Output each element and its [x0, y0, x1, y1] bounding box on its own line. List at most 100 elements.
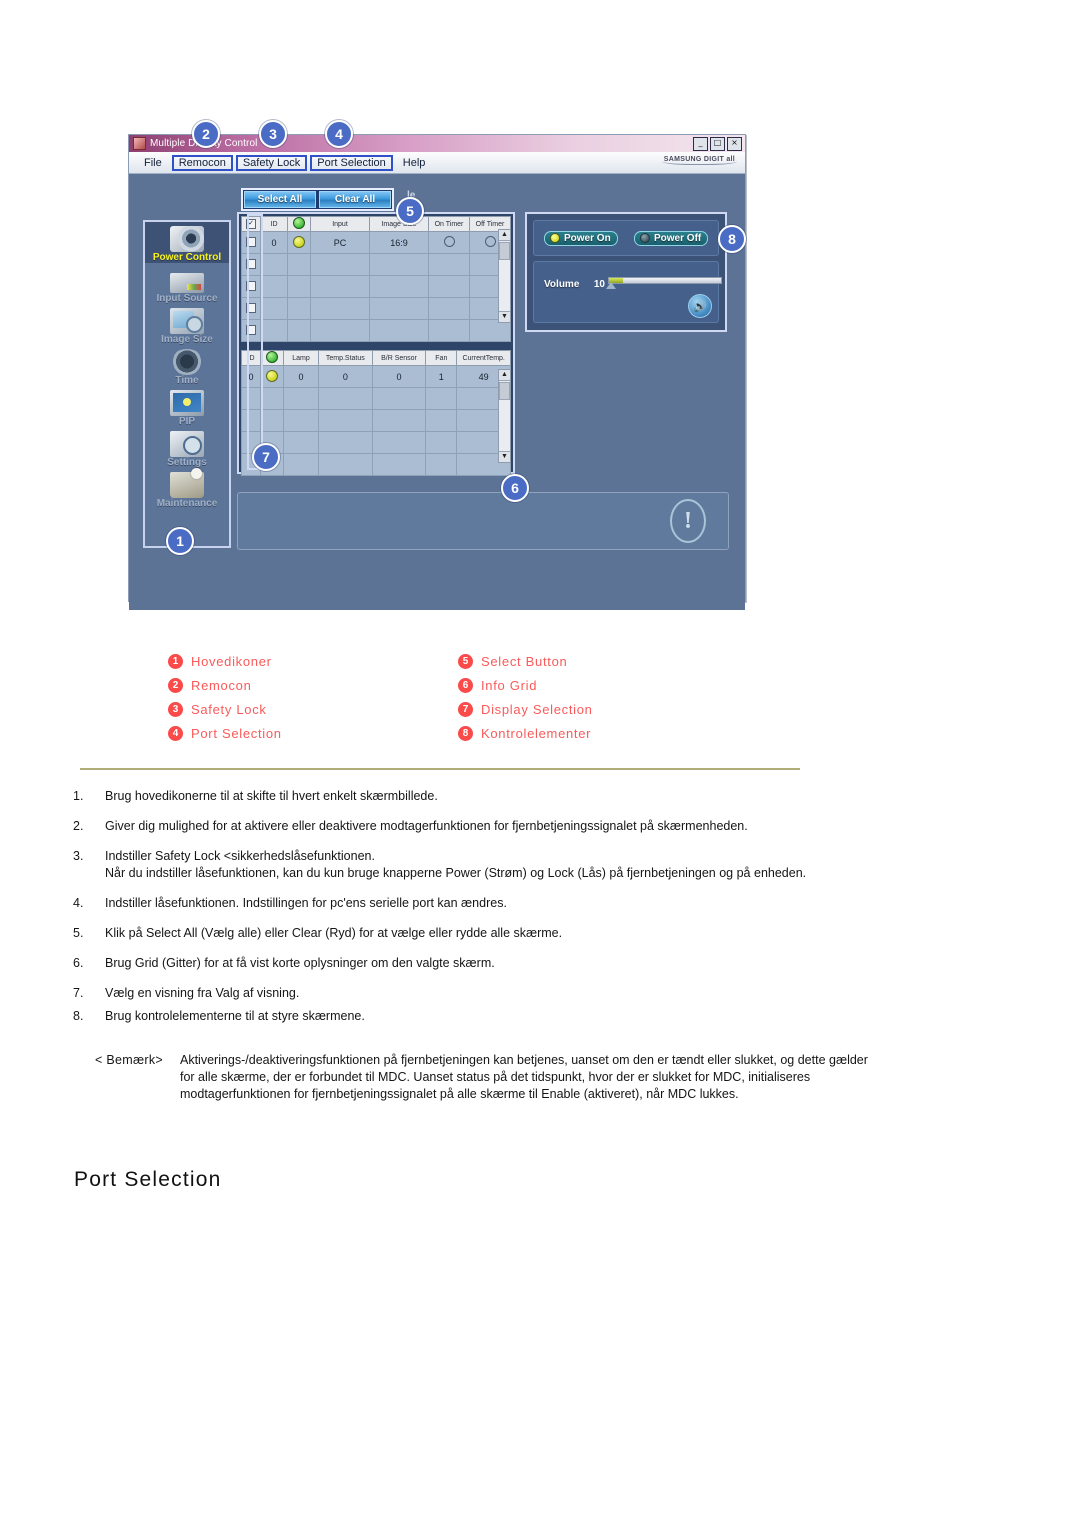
step-text: Indstiller låsefunktionen. Indstillingen… — [105, 896, 507, 910]
table-row[interactable] — [241, 431, 511, 454]
cell-br-sensor: 0 — [371, 365, 427, 388]
volume-slider[interactable] — [608, 277, 722, 284]
menu-item-safety-lock[interactable]: Safety Lock — [235, 154, 308, 171]
cell-empty — [371, 453, 427, 476]
sidebar-label-input-source: Input Source — [156, 293, 218, 304]
col-on-timer: On Timer — [428, 216, 470, 232]
table-row[interactable] — [241, 275, 511, 298]
sidebar-item-maintenance[interactable]: Maintenance — [145, 468, 229, 509]
table-row[interactable]: 0 PC 16:9 — [241, 231, 511, 254]
sidebar-label-image-size: Image Size — [161, 334, 213, 345]
scrollbar-thumb[interactable] — [499, 242, 510, 260]
step-number: 8. — [73, 1009, 84, 1023]
table-row[interactable] — [241, 319, 511, 342]
maintenance-icon — [170, 468, 204, 498]
scrollbar-thumb[interactable] — [499, 382, 510, 400]
power-on-indicator-icon — [550, 233, 560, 243]
legend-num: 6 — [458, 678, 473, 693]
time-icon — [170, 349, 204, 375]
cell-empty — [369, 297, 429, 320]
scroll-up-icon[interactable]: ▲ — [499, 370, 510, 381]
cell-empty — [318, 453, 373, 476]
speaker-icon[interactable]: 🔊 — [688, 294, 712, 318]
step-number: 5. — [73, 926, 84, 940]
close-icon[interactable]: × — [727, 137, 742, 151]
menubar: File Remocon Safety Lock Port Selection … — [129, 152, 745, 174]
cell-empty — [318, 387, 373, 410]
scroll-down-icon[interactable]: ▼ — [499, 311, 510, 322]
exclamation-icon: ! — [670, 499, 706, 543]
legend-item-2: 2 Remocon — [168, 678, 458, 693]
cell-fan: 1 — [425, 365, 458, 388]
legend-num: 5 — [458, 654, 473, 669]
table-row[interactable]: 0 0 0 0 1 49 — [241, 365, 511, 388]
power-on-button[interactable]: Power On — [544, 230, 618, 246]
step-number: 1. — [73, 789, 84, 803]
volume-value: 10 — [593, 279, 605, 290]
cell-id: 0 — [260, 231, 288, 254]
power-off-button[interactable]: Power Off — [634, 230, 708, 246]
table-row[interactable] — [241, 453, 511, 476]
step-7: 7. Vælg en visning fra Valg af visning. — [73, 985, 893, 1002]
sidebar-item-settings[interactable]: Settings — [145, 427, 229, 468]
step-number: 7. — [73, 986, 84, 1000]
menu-item-port-selection[interactable]: Port Selection — [310, 154, 393, 171]
sidebar-label-settings: Settings — [167, 457, 207, 468]
step-8: 8. Brug kontrolelementerne til at styre … — [73, 1008, 893, 1025]
top-grid-scrollbar[interactable]: ▲ ▼ — [498, 229, 511, 323]
cell-empty — [371, 409, 427, 432]
legend-num: 8 — [458, 726, 473, 741]
step-number: 4. — [73, 896, 84, 910]
menu-item-remocon[interactable]: Remocon — [171, 154, 233, 171]
legend-label: Display Selection — [481, 702, 593, 717]
step-number: 2. — [73, 819, 84, 833]
sidebar-item-power-control[interactable]: Power Control — [145, 222, 229, 263]
minimize-button[interactable]: _ — [693, 137, 708, 151]
sidebar-item-image-size[interactable]: Image Size — [145, 304, 229, 345]
cell-empty — [260, 275, 288, 298]
status-panel: ! — [237, 492, 729, 550]
settings-icon — [170, 431, 204, 457]
display-selection-column[interactable] — [247, 214, 263, 470]
samsung-logo: SAMSUNG DIGIT all — [661, 156, 737, 165]
scroll-up-icon[interactable]: ▲ — [499, 230, 510, 241]
cell-on-timer — [428, 231, 470, 254]
cell-lamp-icon — [260, 365, 284, 388]
sidebar-item-time[interactable]: Time — [145, 345, 229, 386]
cell-empty — [369, 275, 429, 298]
cell-empty — [425, 387, 458, 410]
cell-empty — [425, 409, 458, 432]
app-icon — [133, 137, 146, 150]
power-control-icon — [170, 226, 204, 252]
menu-item-help[interactable]: Help — [396, 156, 433, 170]
bottom-grid-scrollbar[interactable]: ▲ ▼ — [498, 369, 511, 463]
col-lamp-icon — [287, 216, 311, 232]
col-lamp-icon — [260, 350, 284, 366]
table-row[interactable] — [241, 253, 511, 276]
sidebar-item-pip[interactable]: PIP — [145, 386, 229, 427]
cell-empty — [428, 275, 470, 298]
legend-num: 7 — [458, 702, 473, 717]
step-text: Brug kontrolelementerne til at styre skæ… — [105, 1009, 365, 1023]
table-row[interactable] — [241, 387, 511, 410]
scroll-down-icon[interactable]: ▼ — [499, 451, 510, 462]
sidebar-item-input-source[interactable]: Input Source — [145, 263, 229, 304]
table-row[interactable] — [241, 409, 511, 432]
select-all-button[interactable]: Select All — [244, 191, 316, 208]
note-keyword: < Bemærk> — [95, 1053, 164, 1067]
cell-empty — [318, 431, 373, 454]
callout-8: 8 — [718, 225, 746, 253]
page-title: Port Selection — [74, 1168, 222, 1191]
col-lamp: Lamp — [283, 350, 319, 366]
power-off-label: Power Off — [654, 232, 702, 244]
table-row[interactable] — [241, 297, 511, 320]
step-text: Klik på Select All (Vælg alle) eller Cle… — [105, 926, 563, 940]
cell-empty — [310, 253, 370, 276]
clear-all-button[interactable]: Clear All — [319, 191, 391, 208]
window-buttons[interactable]: _ □ × — [693, 137, 742, 151]
cell-empty — [287, 319, 311, 342]
legend: 1 Hovedikoner 5 Select Button 2 Remocon … — [168, 654, 648, 741]
menu-item-file[interactable]: File — [137, 156, 169, 170]
maximize-button[interactable]: □ — [710, 137, 725, 151]
volume-slider-thumb[interactable] — [606, 282, 616, 289]
